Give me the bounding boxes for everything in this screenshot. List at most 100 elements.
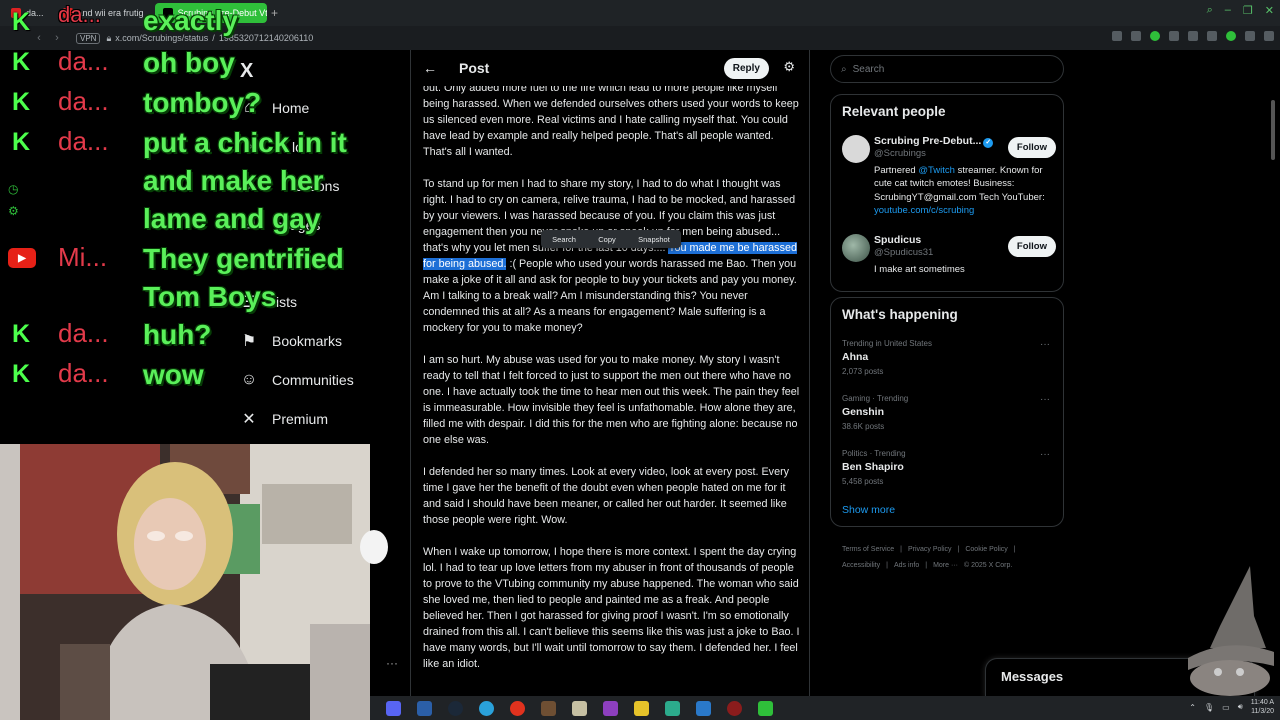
taskbar-app-icon[interactable] bbox=[603, 700, 618, 716]
network-icon[interactable]: ▭ bbox=[1222, 703, 1230, 712]
footer-link[interactable]: Ads info bbox=[894, 562, 919, 569]
relevant-people-card: Relevant people Scrubing Pre-Debut... ✓ @… bbox=[830, 94, 1064, 292]
heart-icon[interactable] bbox=[1188, 31, 1198, 41]
taskbar-app-icon[interactable] bbox=[510, 700, 525, 716]
person-item[interactable]: Scrubing Pre-Debut... ✓ @Scrubings Partne… bbox=[842, 135, 1056, 225]
kick-badge-icon: K bbox=[11, 127, 31, 156]
nav-notifications[interactable]: ♪ ications bbox=[240, 174, 339, 198]
obs-icon[interactable] bbox=[727, 700, 742, 716]
more-options-icon[interactable]: ··· bbox=[1040, 394, 1050, 405]
forward-icon[interactable]: › bbox=[48, 32, 66, 44]
follow-button[interactable]: Follow bbox=[1007, 137, 1056, 158]
new-tab-button[interactable]: + bbox=[267, 6, 283, 20]
whats-happening-card: What's happening Trending in United Stat… bbox=[830, 297, 1064, 527]
trend-item[interactable]: Trending in United States Ahna 2,073 pos… bbox=[842, 339, 1056, 376]
nav-explore[interactable]: ⌕ lo bbox=[240, 135, 303, 159]
nav-messages[interactable]: ✉ ssages bbox=[240, 213, 320, 237]
chat-username: da... bbox=[58, 318, 109, 348]
person-name[interactable]: Spudicus bbox=[874, 234, 921, 246]
footer-separator: | bbox=[925, 562, 928, 569]
taskbar-app-icon[interactable] bbox=[696, 700, 711, 716]
footer-link[interactable]: Privacy Policy bbox=[908, 546, 952, 553]
avatar[interactable] bbox=[842, 234, 870, 262]
browser-tab-active[interactable]: Scrubing Pre-Debut Vtub bbox=[154, 3, 267, 23]
context-snapshot[interactable]: Snapshot bbox=[638, 235, 670, 244]
search-input[interactable]: ⌕ Search bbox=[830, 55, 1064, 83]
bio-link[interactable]: youtube.com/c/scrubing bbox=[874, 205, 974, 216]
nav-lists[interactable]: ☰ ists bbox=[240, 290, 297, 314]
person-name[interactable]: Scrubing Pre-Debut... ✓ bbox=[874, 135, 994, 148]
more-options-icon[interactable]: ··· bbox=[1040, 339, 1050, 350]
menu-icon[interactable] bbox=[1264, 31, 1274, 41]
volume-icon[interactable]: 🔊︎ bbox=[1238, 702, 1243, 712]
telegram-icon[interactable] bbox=[479, 700, 494, 716]
microphone-icon[interactable]: 🎙︎ bbox=[1204, 703, 1214, 712]
follow-button[interactable]: Follow bbox=[1007, 236, 1056, 257]
kick-badge-icon: K bbox=[11, 87, 31, 116]
vpn-badge[interactable]: VPN bbox=[76, 32, 101, 44]
taskbar-app-icon[interactable] bbox=[634, 700, 649, 716]
person-item[interactable]: Spudicus @Spudicus31 I make art sometime… bbox=[842, 234, 1056, 280]
bio-link[interactable]: @Twitch bbox=[918, 165, 955, 176]
nav-communities[interactable]: ☺ Communities bbox=[240, 368, 354, 392]
taskbar-app-icon[interactable] bbox=[572, 700, 587, 716]
close-icon[interactable]: ✕ bbox=[1265, 4, 1274, 17]
list-icon: ☰ bbox=[241, 294, 257, 311]
back-arrow-icon[interactable]: ← bbox=[423, 60, 443, 76]
url-field[interactable]: 🔒︎ x.com/Scrubings/status / 198532071214… bbox=[106, 33, 313, 44]
maximize-icon[interactable]: ❐ bbox=[1243, 4, 1253, 17]
footer-separator: | bbox=[1013, 546, 1016, 553]
reply-button[interactable]: Reply bbox=[723, 58, 769, 79]
nav-home[interactable]: ⌂ Home bbox=[240, 96, 309, 120]
footer-link[interactable]: Cookie Policy bbox=[965, 546, 1007, 553]
nav-bookmarks[interactable]: ⚑ Bookmarks bbox=[240, 329, 342, 353]
taskbar-app-icon[interactable] bbox=[758, 700, 773, 716]
trend-item[interactable]: Gaming · Trending Genshin 38.6K posts ··… bbox=[842, 394, 1056, 431]
window-controls: ⌕ – ❐ ✕ bbox=[1207, 4, 1274, 17]
show-more-link[interactable]: Show more bbox=[842, 504, 895, 516]
taskbar-app-icon[interactable] bbox=[386, 700, 401, 716]
context-search[interactable]: Search bbox=[552, 235, 576, 244]
system-tray: ⌃ 🎙︎ ▭ 🔊︎ 11:40 A 11/3/20 bbox=[1189, 698, 1274, 716]
person-handle: @Scrubings bbox=[874, 148, 926, 159]
extensions-icon[interactable] bbox=[1207, 31, 1217, 41]
x-favicon-icon bbox=[162, 8, 173, 18]
play-icon[interactable] bbox=[1169, 31, 1179, 41]
trend-item[interactable]: Politics · Trending Ben Shapiro 5,458 po… bbox=[842, 449, 1056, 486]
browser-tab[interactable]: and wii era frutig bbox=[55, 3, 152, 23]
taskbar-app-icon[interactable] bbox=[417, 700, 432, 716]
home-icon: ⌂ bbox=[244, 99, 254, 116]
footer-link[interactable]: Terms of Service bbox=[842, 546, 894, 553]
browser-tabbar: da... and wii era frutig Scrubing Pre-De… bbox=[0, 0, 1280, 26]
steam-icon[interactable] bbox=[448, 700, 463, 716]
footer-link[interactable]: Accessibility bbox=[842, 562, 880, 569]
card-title: What's happening bbox=[842, 307, 958, 322]
account-more-icon[interactable]: ··· bbox=[386, 656, 398, 670]
shield-icon[interactable] bbox=[1150, 31, 1160, 41]
footer-links: Terms of Service | Privacy Policy | Cookie P… bbox=[842, 542, 1062, 574]
footer-copyright: © 2025 X Corp. bbox=[963, 562, 1013, 569]
clock[interactable]: 11:40 A 11/3/20 bbox=[1251, 698, 1274, 716]
nav-label: ications bbox=[292, 178, 340, 194]
download-icon[interactable] bbox=[1245, 31, 1255, 41]
more-options-icon[interactable]: ··· bbox=[1040, 449, 1050, 460]
back-icon[interactable]: ‹ bbox=[30, 32, 48, 44]
footer-link[interactable]: More ··· bbox=[933, 562, 958, 569]
taskbar-app-icon[interactable] bbox=[665, 700, 680, 716]
profile-icon[interactable] bbox=[1226, 31, 1236, 41]
x-logo-icon[interactable]: X bbox=[240, 60, 253, 83]
chevron-up-icon[interactable]: ⌃ bbox=[1189, 703, 1196, 712]
search-tabs-icon[interactable]: ⌕ bbox=[1207, 4, 1213, 17]
bookmark-icon[interactable] bbox=[1112, 31, 1122, 41]
settings-sliders-icon[interactable]: ⚙ bbox=[783, 59, 795, 75]
context-copy[interactable]: Copy bbox=[598, 235, 616, 244]
search-placeholder: Search bbox=[852, 63, 885, 75]
trend-meta: Politics · Trending bbox=[842, 449, 906, 458]
page-scrollbar[interactable] bbox=[1271, 100, 1275, 160]
nav-premium[interactable]: ✕ Premium bbox=[240, 407, 328, 431]
screenshot-icon[interactable] bbox=[1131, 31, 1141, 41]
browser-tab[interactable]: da... bbox=[3, 3, 52, 23]
minimize-icon[interactable]: – bbox=[1225, 4, 1231, 17]
taskbar-app-icon[interactable] bbox=[541, 700, 556, 716]
avatar[interactable] bbox=[842, 135, 870, 163]
